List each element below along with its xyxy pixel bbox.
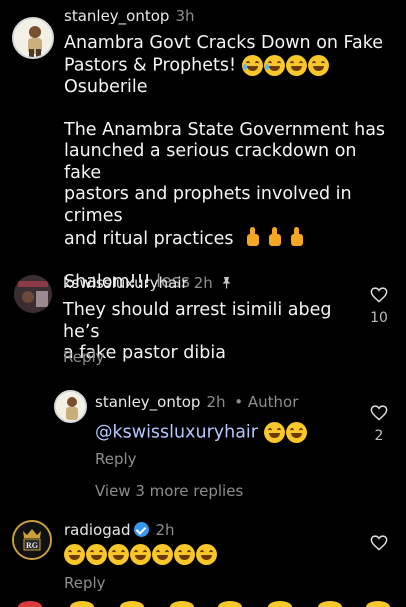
grinning-emoji-icon xyxy=(174,544,195,565)
thumbs-up-emoji-icon xyxy=(289,227,305,247)
timestamp: 3h xyxy=(175,7,195,25)
reply-button[interactable]: Reply xyxy=(95,450,137,468)
timestamp: 2h xyxy=(206,393,226,411)
avatar[interactable] xyxy=(54,390,87,423)
heart-reaction-icon[interactable] xyxy=(18,601,42,607)
timestamp: 2h xyxy=(193,274,213,292)
reply-button[interactable]: Reply xyxy=(63,348,105,366)
thumbs-up-emoji-icon xyxy=(245,227,261,247)
comment-kswissluxuryhair: kswissluxuryhair 2h They should arrest is… xyxy=(0,265,406,375)
grinning-emoji-icon xyxy=(130,544,151,565)
thumbs-up-emoji-icon xyxy=(267,227,283,247)
rolling-laughing-emoji-icon xyxy=(241,54,263,76)
avatar[interactable]: RG xyxy=(12,520,52,560)
text-line: launched a serious crackdown on fake xyxy=(64,141,357,183)
comment-meta: stanley_ontop 3h xyxy=(64,7,195,25)
text-line: The Anambra State Government has xyxy=(64,119,386,140)
avatar-image: RG xyxy=(14,522,50,558)
comment-radiogad: RG radiogad 2h Reply xyxy=(0,515,406,607)
heart-icon[interactable] xyxy=(370,405,388,421)
heart-icon[interactable] xyxy=(370,287,388,303)
grinning-emoji-icon xyxy=(307,54,329,76)
like-count: 10 xyxy=(370,310,388,326)
pin-icon xyxy=(221,275,232,293)
avatar[interactable] xyxy=(12,17,54,59)
text-line: Anambra Govt Cracks Down on Fake xyxy=(64,33,384,53)
text-line: They should arrest isimili abeg he’s xyxy=(63,300,332,342)
grinning-emoji-icon xyxy=(285,422,307,443)
comment-meta: radiogad 2h xyxy=(64,521,175,539)
rolling-laughing-emoji-icon xyxy=(263,54,285,76)
emoji-reaction-icon[interactable] xyxy=(70,601,94,607)
author-tag: • Author xyxy=(234,393,299,411)
grinning-emoji-icon xyxy=(263,422,285,443)
grinning-emoji-icon xyxy=(86,544,107,565)
username[interactable]: stanley_ontop xyxy=(64,7,169,25)
emoji-group xyxy=(263,422,307,443)
grinning-emoji-icon xyxy=(108,544,129,565)
username[interactable]: stanley_ontop xyxy=(95,393,200,411)
avatar-image xyxy=(14,275,52,313)
text-line-with-emoji: and ritual practices xyxy=(64,227,394,251)
avatar-image xyxy=(56,392,85,421)
grinning-emoji-icon xyxy=(285,54,307,76)
emoji-group xyxy=(241,54,329,76)
text-line-with-emoji: Pastors & Prophets! xyxy=(64,54,394,77)
comment-text xyxy=(64,544,364,566)
emoji-reaction-icon[interactable] xyxy=(268,601,292,607)
like-count: 2 xyxy=(374,428,384,444)
view-more-replies-button[interactable]: View 3 more replies xyxy=(95,482,243,500)
comment-text: They should arrest isimili abeg he’s a f… xyxy=(63,300,363,365)
comment-meta: stanley_ontop 2h • Author xyxy=(95,393,298,411)
avatar[interactable] xyxy=(14,275,52,313)
comment-stanley-ontop-main: stanley_ontop 3h Anambra Govt Cracks Down… xyxy=(0,0,406,292)
svg-text:RG: RG xyxy=(26,541,38,550)
emoji-reaction-icon[interactable] xyxy=(170,601,194,607)
comment-text: Anambra Govt Cracks Down on Fake Pastors… xyxy=(64,33,394,294)
grinning-emoji-icon xyxy=(196,544,217,565)
reply-button[interactable]: Reply xyxy=(64,574,106,592)
heart-icon[interactable] xyxy=(370,535,388,551)
grinning-emoji-icon xyxy=(64,544,85,565)
emoji-group xyxy=(64,544,217,565)
comment-text: @kswissluxuryhair xyxy=(95,422,355,444)
comment-stanley-ontop-reply: stanley_ontop 2h • Author @kswissluxuryha… xyxy=(0,385,406,505)
emoji-reaction-icon[interactable] xyxy=(218,601,242,607)
verified-badge-icon xyxy=(134,522,150,537)
text-line: pastors and prophets involved in crimes xyxy=(64,184,352,226)
emoji-reaction-icon[interactable] xyxy=(366,601,390,607)
grinning-emoji-icon xyxy=(152,544,173,565)
emoji-reaction-icon[interactable] xyxy=(318,601,342,607)
quick-reactions-bar xyxy=(0,601,406,607)
comment-meta: kswissluxuryhair 2h xyxy=(63,274,232,293)
username[interactable]: radiogad xyxy=(64,521,130,539)
text-line: Osuberile xyxy=(64,76,148,97)
mention-link[interactable]: @kswissluxuryhair xyxy=(95,423,258,443)
avatar-image xyxy=(14,19,52,57)
timestamp: 2h xyxy=(155,521,175,539)
emoji-reaction-icon[interactable] xyxy=(120,601,144,607)
username[interactable]: kswissluxuryhair xyxy=(63,274,188,292)
text-line: a fake pastor dibia xyxy=(63,343,226,363)
